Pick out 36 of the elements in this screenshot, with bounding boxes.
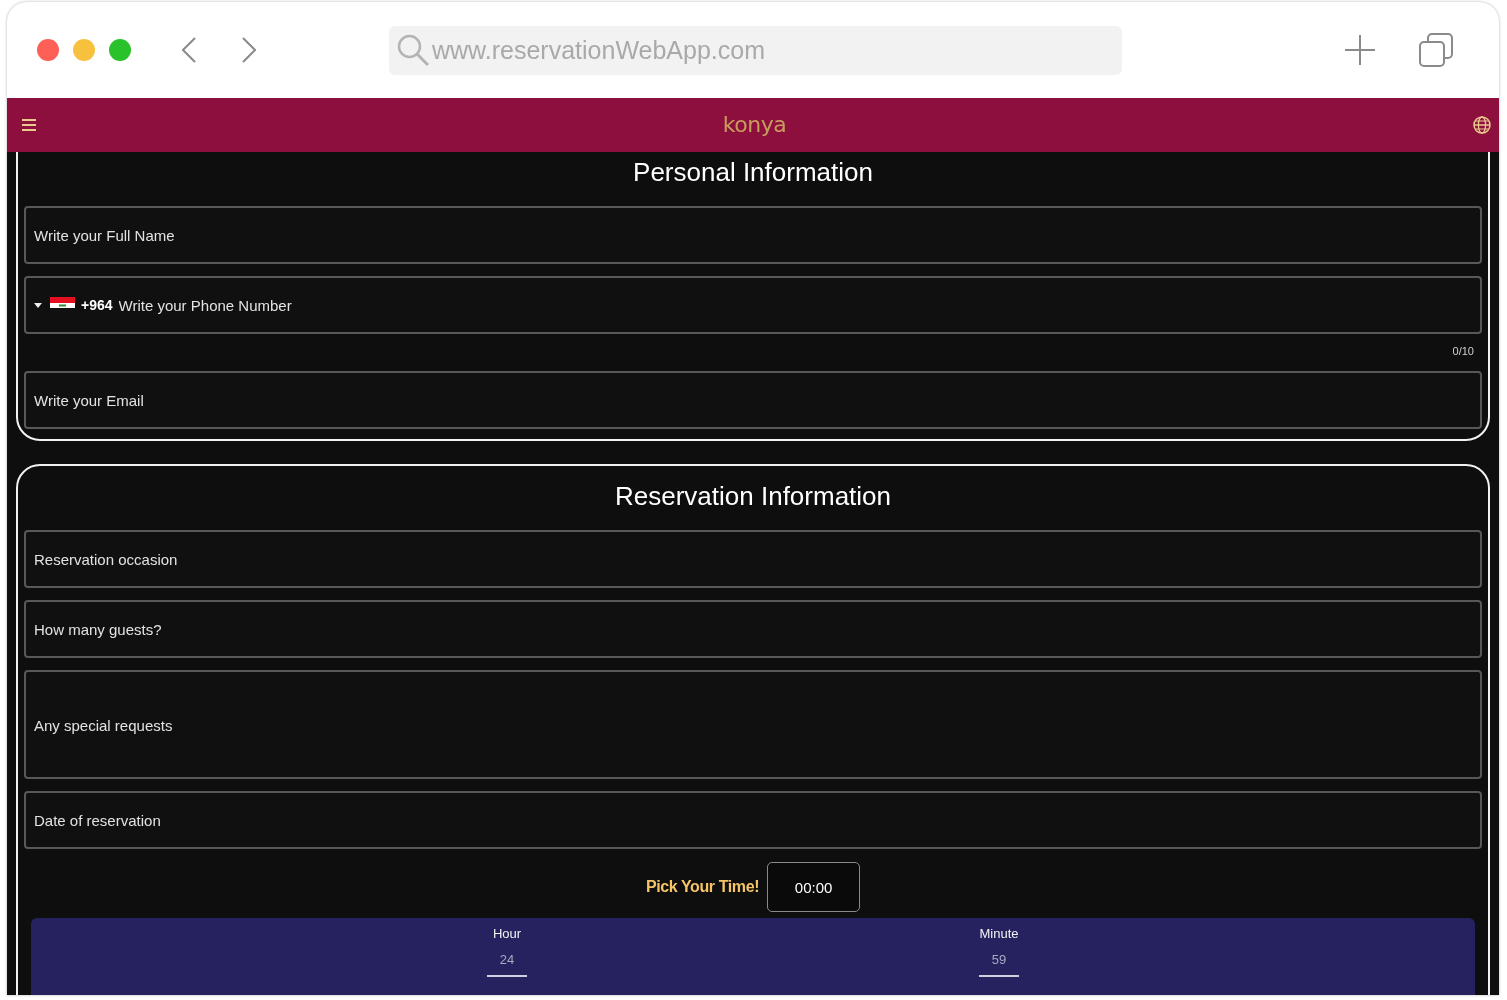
url-text: www.reservationWebApp.com bbox=[432, 35, 765, 65]
section-title: Personal Information bbox=[632, 156, 874, 189]
input-field[interactable]: Date of reservation bbox=[24, 791, 1482, 849]
tabs-icon bbox=[1419, 33, 1453, 67]
back-button[interactable] bbox=[181, 36, 197, 64]
chevron-left-icon bbox=[182, 37, 196, 63]
input-field[interactable]: Write your Full Name bbox=[24, 206, 1482, 264]
phone-number-input[interactable]: Write your Phone Number bbox=[118, 294, 1472, 316]
dial-code: +964 bbox=[81, 297, 113, 313]
character-counter: 0/10 bbox=[1452, 344, 1474, 359]
maximize-window-icon[interactable] bbox=[109, 39, 131, 61]
input-field[interactable]: How many guests? bbox=[24, 600, 1482, 658]
language-button[interactable] bbox=[1473, 116, 1491, 134]
forward-button[interactable] bbox=[241, 36, 257, 64]
input-field[interactable]: Write your Email bbox=[24, 371, 1482, 429]
menu-icon bbox=[22, 119, 36, 131]
search-icon bbox=[397, 34, 429, 66]
text-area-field[interactable]: Any special requests bbox=[24, 670, 1482, 779]
time-label: Pick Your Time! bbox=[645, 878, 760, 896]
phone-field[interactable]: +964 Write your Phone Number bbox=[24, 276, 1482, 334]
new-tab-button[interactable] bbox=[1345, 35, 1375, 65]
picker-column-label: Hour bbox=[492, 926, 522, 942]
logo-text: konya bbox=[722, 111, 787, 139]
time-field[interactable]: 00:00 bbox=[767, 862, 861, 912]
close-window-icon[interactable] bbox=[37, 39, 59, 61]
tabs-button[interactable] bbox=[1419, 33, 1453, 67]
caret-icon bbox=[34, 302, 42, 308]
picker-column-label: Minute bbox=[979, 926, 1019, 942]
menu-button[interactable] bbox=[22, 119, 36, 131]
chevron-right-icon bbox=[242, 37, 256, 63]
picker-value[interactable]: 24 bbox=[499, 952, 515, 968]
plus-icon bbox=[1345, 35, 1375, 65]
input-field[interactable]: Reservation occasion bbox=[24, 530, 1482, 588]
section-title: Reservation Information bbox=[614, 480, 892, 513]
globe-icon bbox=[1473, 116, 1491, 134]
picker-value[interactable]: 59 bbox=[991, 952, 1007, 968]
